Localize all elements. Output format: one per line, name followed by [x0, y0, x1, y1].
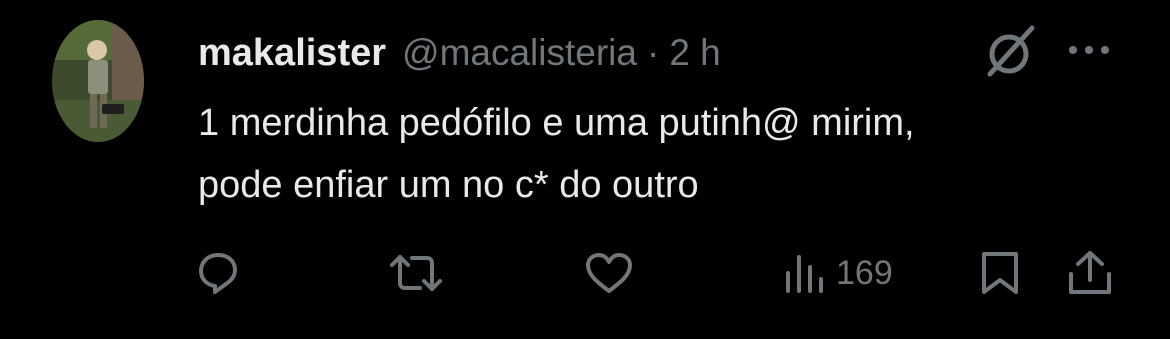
bookmark-button[interactable] — [978, 248, 1022, 298]
heart-icon — [586, 253, 632, 293]
timestamp[interactable]: 2 h — [669, 32, 720, 74]
retweet-icon — [390, 255, 442, 291]
tweet-text: 1 merdinha pedófilo e uma putinh@ mirim,… — [198, 102, 915, 206]
views-button[interactable]: 169 — [782, 248, 893, 298]
views-icon — [786, 255, 823, 293]
views-count: 169 — [836, 253, 893, 292]
share-button[interactable] — [1066, 248, 1114, 298]
reply-button[interactable] — [198, 248, 238, 298]
like-button[interactable] — [584, 248, 634, 298]
tweet-header: makalister @macalisteria · 2 h — [198, 28, 721, 78]
reply-icon — [199, 253, 237, 294]
retweet-button[interactable] — [388, 248, 444, 298]
share-icon — [1069, 251, 1111, 294]
more-icon[interactable] — [1066, 38, 1112, 62]
grok-icon[interactable] — [982, 24, 1040, 80]
avatar[interactable] — [52, 20, 144, 142]
separator-dot: · — [646, 32, 660, 73]
user-handle[interactable]: @macalisteria — [402, 32, 637, 74]
display-name[interactable]: makalister — [198, 32, 386, 75]
bookmark-icon — [982, 252, 1018, 294]
